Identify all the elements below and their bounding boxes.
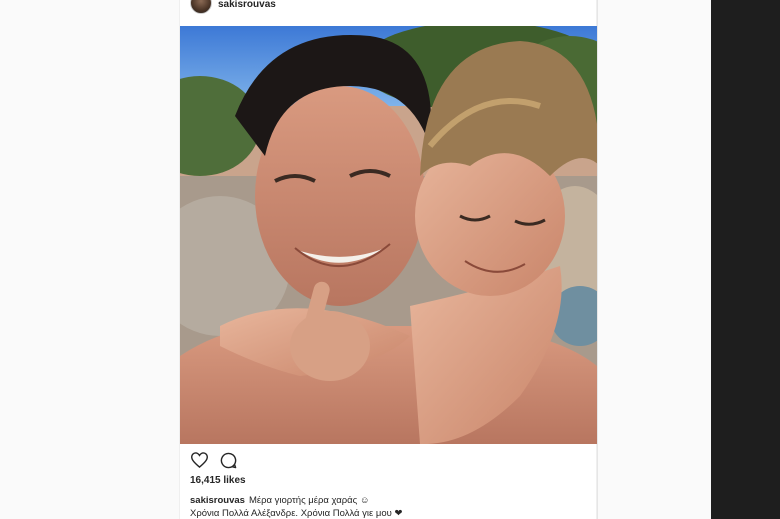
comment-icon [220,452,236,468]
post-caption: sakisrouvas Μέρα γιορτής μέρα χαράς ☺ Χρό… [190,494,590,519]
dark-side-bar [711,0,780,519]
heart-icon [190,452,208,468]
comment-button[interactable] [219,451,237,469]
post-actions [190,451,237,469]
like-button[interactable] [190,451,208,469]
avatar[interactable] [190,0,212,14]
right-margin [597,0,711,519]
post-photo[interactable] [180,26,597,444]
left-margin [0,0,179,519]
instagram-post: sakisrouvas 16,415 likes sakisrouvas Μέρ… [179,0,597,519]
caption-line-2: Χρόνια Πολλά Αλέξανδρε. Χρόνια Πολλά γιε… [190,508,403,519]
likes-number: 16,415 [190,475,221,486]
likes-label: likes [223,475,246,486]
post-header: sakisrouvas [180,0,598,24]
photo-image [180,26,597,444]
caption-username[interactable]: sakisrouvas [190,495,245,506]
caption-line-1: Μέρα γιορτής μέρα χαράς ☺ [248,495,370,506]
post-username[interactable]: sakisrouvas [218,0,276,10]
likes-count[interactable]: 16,415 likes [190,475,246,486]
